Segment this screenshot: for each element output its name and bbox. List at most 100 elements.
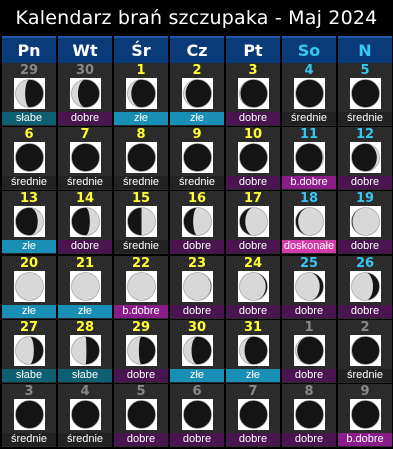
- rating-label: b.dobre: [338, 433, 392, 446]
- calendar-day-cell[interactable]: 13 złe: [2, 191, 56, 254]
- day-number: 27: [19, 320, 39, 335]
- rating-label: dobre: [114, 369, 168, 382]
- calendar-day-cell[interactable]: 26 dobre: [338, 256, 392, 319]
- moon-phase-icon: [14, 271, 45, 302]
- moon-phase-icon: [126, 335, 157, 366]
- rating-label: dobre: [114, 433, 168, 446]
- calendar-day-cell[interactable]: 29 dobre: [114, 320, 168, 383]
- day-number: 30: [75, 63, 95, 78]
- rating-label: dobre: [226, 112, 280, 125]
- calendar-day-cell[interactable]: 17 dobre: [226, 191, 280, 254]
- weekday-header-wt: Wt: [58, 36, 112, 63]
- day-number: 22: [131, 256, 151, 271]
- moon-phase-icon: [182, 335, 213, 366]
- rating-label: doskonałe: [282, 240, 336, 253]
- calendar-day-cell[interactable]: 20 złe: [2, 256, 56, 319]
- calendar-day-cell[interactable]: 3 średnie: [2, 384, 56, 447]
- calendar-day-cell[interactable]: 8 dobre: [282, 384, 336, 447]
- calendar-day-cell[interactable]: 15 średnie: [114, 191, 168, 254]
- rating-label: dobre: [338, 240, 392, 253]
- day-number: 3: [24, 384, 34, 399]
- calendar-day-cell[interactable]: 24 dobre: [226, 256, 280, 319]
- day-number: 10: [243, 127, 263, 142]
- calendar-day-cell[interactable]: 12 dobre: [338, 127, 392, 190]
- day-number: 15: [131, 191, 151, 206]
- calendar-day-cell[interactable]: 4 średnie: [282, 63, 336, 126]
- rating-label: słabe: [58, 369, 112, 382]
- calendar-day-cell[interactable]: 8 średnie: [114, 127, 168, 190]
- moon-phase-icon: [350, 271, 381, 302]
- moon-phase-icon: [294, 271, 325, 302]
- calendar-day-cell[interactable]: 29 słabe: [2, 63, 56, 126]
- weekday-header-n: N: [338, 36, 392, 63]
- day-number: 13: [19, 191, 39, 206]
- calendar-day-cell[interactable]: 18 doskonałe: [282, 191, 336, 254]
- calendar-day-cell[interactable]: 1 złe: [114, 63, 168, 126]
- moon-phase-icon: [182, 142, 213, 173]
- rating-label: średnie: [2, 433, 56, 446]
- day-number: 29: [131, 320, 151, 335]
- day-number: 18: [299, 191, 319, 206]
- calendar-day-cell[interactable]: 6 średnie: [2, 127, 56, 190]
- calendar-day-cell[interactable]: 30 złe: [170, 320, 224, 383]
- moon-phase-icon: [294, 335, 325, 366]
- calendar-day-cell[interactable]: 7 dobre: [226, 384, 280, 447]
- rating-label: dobre: [226, 305, 280, 318]
- moon-phase-icon: [126, 78, 157, 109]
- moon-phase-icon: [238, 206, 269, 237]
- day-number: 8: [136, 127, 146, 142]
- calendar-day-cell[interactable]: 28 słabe: [58, 320, 112, 383]
- moon-phase-icon: [182, 206, 213, 237]
- rating-label: dobre: [282, 433, 336, 446]
- moon-phase-icon: [182, 78, 213, 109]
- day-number: 6: [24, 127, 34, 142]
- day-number: 14: [75, 191, 95, 206]
- rating-label: dobre: [226, 433, 280, 446]
- day-number: 9: [360, 384, 370, 399]
- calendar-day-cell[interactable]: 25 dobre: [282, 256, 336, 319]
- calendar-day-cell[interactable]: 23 dobre: [170, 256, 224, 319]
- rating-label: średnie: [58, 176, 112, 189]
- calendar-day-cell[interactable]: 7 średnie: [58, 127, 112, 190]
- day-number: 8: [304, 384, 314, 399]
- calendar-day-cell[interactable]: 5 dobre: [114, 384, 168, 447]
- rating-label: średnie: [282, 112, 336, 125]
- rating-label: dobre: [282, 305, 336, 318]
- day-number: 5: [136, 384, 146, 399]
- day-number: 28: [75, 320, 95, 335]
- moon-phase-icon: [350, 142, 381, 173]
- calendar-day-cell[interactable]: 9 średnie: [170, 127, 224, 190]
- calendar-day-cell[interactable]: 10 dobre: [226, 127, 280, 190]
- calendar-day-cell[interactable]: 19 dobre: [338, 191, 392, 254]
- calendar-day-cell[interactable]: 31 złe: [226, 320, 280, 383]
- calendar-day-cell[interactable]: 5 średnie: [338, 63, 392, 126]
- rating-label: dobre: [226, 240, 280, 253]
- weekday-header-pt: Pt: [226, 36, 280, 63]
- day-number: 23: [187, 256, 207, 271]
- calendar-day-cell[interactable]: 4 średnie: [58, 384, 112, 447]
- calendar-day-cell[interactable]: 11 b.dobre: [282, 127, 336, 190]
- calendar-day-cell[interactable]: 27 słabe: [2, 320, 56, 383]
- calendar-day-cell[interactable]: 3 dobre: [226, 63, 280, 126]
- calendar-day-cell[interactable]: 14 dobre: [58, 191, 112, 254]
- moon-phase-icon: [70, 335, 101, 366]
- day-number: 6: [192, 384, 202, 399]
- calendar-day-cell[interactable]: 9 b.dobre: [338, 384, 392, 447]
- calendar-day-cell[interactable]: 1 dobre: [282, 320, 336, 383]
- moon-phase-icon: [294, 206, 325, 237]
- calendar-day-cell[interactable]: 21 złe: [58, 256, 112, 319]
- day-number: 2: [192, 63, 202, 78]
- calendar-day-cell[interactable]: 2 złe: [170, 63, 224, 126]
- calendar-day-cell[interactable]: 2 średnie: [338, 320, 392, 383]
- day-number: 4: [304, 63, 314, 78]
- calendar-day-cell[interactable]: 16 dobre: [170, 191, 224, 254]
- rating-label: złe: [170, 369, 224, 382]
- calendar-day-cell[interactable]: 30 dobre: [58, 63, 112, 126]
- rating-label: słabe: [2, 369, 56, 382]
- weekday-header-śr: Śr: [114, 36, 168, 63]
- day-number: 29: [19, 63, 39, 78]
- calendar-day-cell[interactable]: 22 b.dobre: [114, 256, 168, 319]
- calendar-day-cell[interactable]: 6 dobre: [170, 384, 224, 447]
- rating-label: złe: [58, 305, 112, 318]
- day-number: 24: [243, 256, 263, 271]
